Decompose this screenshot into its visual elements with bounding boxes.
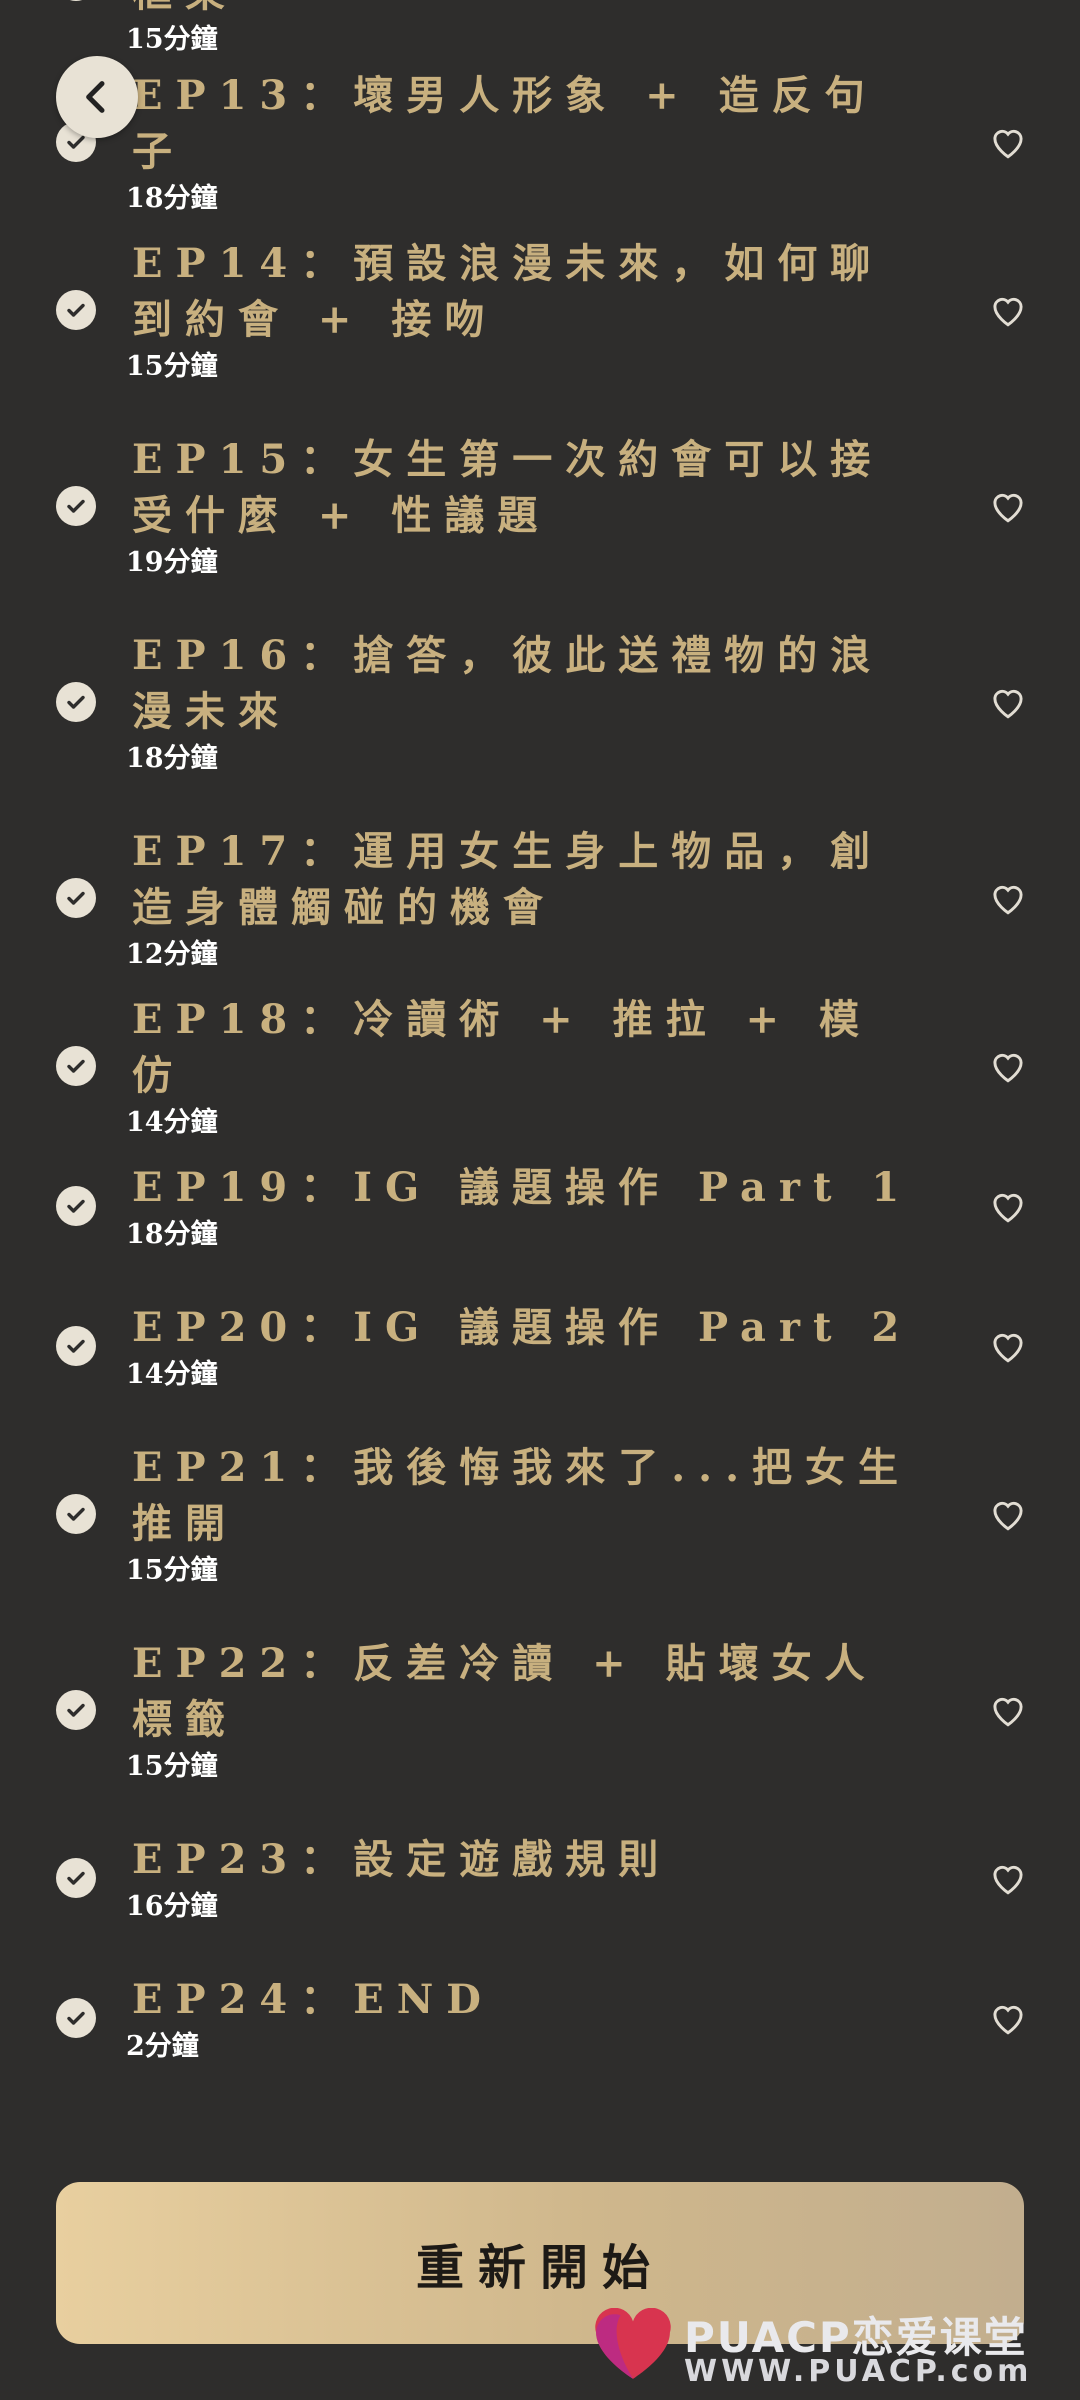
episode-row[interactable]: EP16：搶答，彼此送禮物的浪漫未來 18分鐘 — [0, 604, 1080, 800]
heart-logo-icon — [595, 2308, 671, 2379]
episode-row[interactable]: EP23：設定遊戲規則 16分鐘 — [0, 1808, 1080, 1948]
chevron-left-icon — [86, 81, 105, 113]
episode-text: EP19：IG 議題操作 Part 1 18分鐘 — [126, 1160, 916, 1252]
watermark-url: WWW.PUACP.com — [684, 2354, 1033, 2389]
heart-outline-icon[interactable] — [988, 1496, 1028, 1532]
heart-outline-icon[interactable] — [988, 880, 1028, 916]
check-circle-icon — [56, 878, 96, 918]
restart-label: 重新開始 — [415, 2240, 664, 2296]
check-circle-icon — [56, 486, 96, 526]
episode-title: EP19：IG 議題操作 Part 1 — [132, 1164, 913, 1211]
episode-text: 框架 15分鐘 — [126, 0, 916, 57]
episode-row[interactable]: EP24：END 2分鐘 — [0, 1948, 1080, 2088]
episode-text: EP23：設定遊戲規則 16分鐘 — [126, 1832, 916, 1924]
episode-title: EP17：運用女生身上物品，創造身體觸碰的機會 — [132, 828, 884, 931]
episode-row[interactable]: EP21：我後悔我來了...把女生推開 15分鐘 — [0, 1416, 1080, 1612]
episode-text: EP20：IG 議題操作 Part 2 14分鐘 — [126, 1300, 916, 1392]
episode-text: EP13：壞男人形象 + 造反句子 18分鐘 — [126, 68, 916, 216]
episode-duration: 18分鐘 — [126, 743, 218, 774]
check-circle-icon — [56, 290, 96, 330]
heart-outline-icon[interactable] — [988, 292, 1028, 328]
episode-title: EP20：IG 議題操作 Part 2 — [132, 1304, 913, 1351]
episode-duration: 15分鐘 — [126, 1751, 218, 1782]
episode-title: 框架 — [126, 0, 916, 21]
check-circle-icon — [56, 1858, 96, 1898]
episode-text: EP21：我後悔我來了...把女生推開 15分鐘 — [126, 1440, 916, 1588]
episode-duration: 14分鐘 — [126, 1359, 218, 1390]
episode-row[interactable]: EP20：IG 議題操作 Part 2 14分鐘 — [0, 1276, 1080, 1416]
check-circle-icon — [56, 1998, 96, 2038]
episode-row[interactable]: EP22：反差冷讀 + 貼壞女人標籤 15分鐘 — [0, 1612, 1080, 1808]
heart-outline-icon[interactable] — [988, 1860, 1028, 1896]
episode-duration: 16分鐘 — [126, 1891, 218, 1922]
episode-duration: 2分鐘 — [126, 2031, 199, 2062]
heart-outline-icon[interactable] — [988, 1328, 1028, 1364]
episode-duration: 15分鐘 — [126, 351, 218, 382]
heart-outline-icon[interactable] — [988, 1188, 1028, 1224]
heart-outline-icon[interactable] — [988, 684, 1028, 720]
check-circle-icon — [56, 0, 96, 1]
episode-duration: 12分鐘 — [126, 939, 218, 970]
heart-outline-icon[interactable] — [988, 1048, 1028, 1084]
episode-title: EP24：END — [132, 1976, 494, 2023]
check-circle-icon — [56, 1186, 96, 1226]
heart-outline-icon[interactable] — [988, 1692, 1028, 1728]
episode-text: EP24：END 2分鐘 — [126, 1972, 916, 2064]
check-circle-icon — [56, 682, 96, 722]
episode-text: EP16：搶答，彼此送禮物的浪漫未來 18分鐘 — [126, 628, 916, 776]
episode-title: EP15：女生第一次約會可以接受什麼 + 性議題 — [132, 436, 884, 539]
episode-text: EP18：冷讀術 + 推拉 + 模仿 14分鐘 — [126, 992, 916, 1140]
check-circle-icon — [56, 1046, 96, 1086]
heart-outline-icon[interactable] — [988, 124, 1028, 160]
episode-title: EP16：搶答，彼此送禮物的浪漫未來 — [132, 632, 884, 735]
episode-row[interactable]: 框架 15分鐘 — [0, 0, 1080, 72]
episode-title: EP22：反差冷讀 + 貼壞女人標籤 — [132, 1640, 878, 1743]
episode-duration: 15分鐘 — [126, 1555, 218, 1586]
episode-list: 框架 15分鐘 EP13：壞男人形象 + 造反句子 18分鐘 EP14：預設浪漫… — [0, 0, 1080, 2088]
episode-duration: 15分鐘 — [126, 24, 218, 55]
check-circle-icon — [56, 1326, 96, 1366]
episode-title: EP14：預設浪漫未來，如何聊到約會 + 接吻 — [132, 240, 884, 343]
episode-duration: 18分鐘 — [126, 183, 218, 214]
episode-duration: 14分鐘 — [126, 1107, 218, 1138]
episode-duration: 18分鐘 — [126, 1219, 218, 1250]
episode-title: EP18：冷讀術 + 推拉 + 模仿 — [132, 996, 872, 1099]
episode-row[interactable]: EP17：運用女生身上物品，創造身體觸碰的機會 12分鐘 — [0, 800, 1080, 996]
episode-row[interactable]: EP14：預設浪漫未來，如何聊到約會 + 接吻 15分鐘 — [0, 212, 1080, 408]
back-button[interactable] — [56, 56, 138, 138]
episode-row[interactable]: EP15：女生第一次約會可以接受什麼 + 性議題 19分鐘 — [0, 408, 1080, 604]
episode-title: EP21：我後悔我來了...把女生推開 — [132, 1444, 912, 1547]
episode-row[interactable]: EP13：壞男人形象 + 造反句子 18分鐘 — [0, 72, 1080, 214]
episode-row[interactable]: EP18：冷讀術 + 推拉 + 模仿 14分鐘 — [0, 996, 1080, 1138]
episode-text: EP22：反差冷讀 + 貼壞女人標籤 15分鐘 — [126, 1636, 916, 1784]
episode-duration: 19分鐘 — [126, 547, 218, 578]
heart-outline-icon[interactable] — [988, 2000, 1028, 2036]
heart-outline-icon[interactable] — [988, 488, 1028, 524]
episode-title: EP13：壞男人形象 + 造反句子 — [132, 72, 878, 175]
episode-text: EP17：運用女生身上物品，創造身體觸碰的機會 12分鐘 — [126, 824, 916, 972]
watermark: PUACP恋爱课堂 WWW.PUACP.com — [592, 2304, 1072, 2394]
episode-title: EP23：設定遊戲規則 — [132, 1836, 672, 1883]
check-circle-icon — [56, 1690, 96, 1730]
episode-text: EP14：預設浪漫未來，如何聊到約會 + 接吻 15分鐘 — [126, 236, 916, 384]
episode-row[interactable]: EP19：IG 議題操作 Part 1 18分鐘 — [0, 1136, 1080, 1276]
episode-text: EP15：女生第一次約會可以接受什麼 + 性議題 19分鐘 — [126, 432, 916, 580]
check-circle-icon — [56, 1494, 96, 1534]
